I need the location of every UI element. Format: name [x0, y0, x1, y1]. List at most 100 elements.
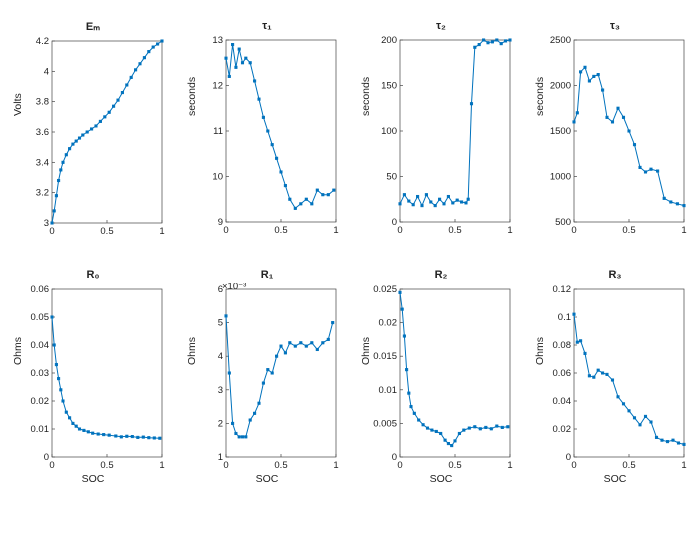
- svg-text:2: 2: [218, 418, 223, 429]
- svg-text:1000: 1000: [550, 172, 571, 183]
- plot-area: 33.23.43.63.844.200.51: [20, 35, 166, 237]
- svg-text:0.06: 0.06: [31, 284, 50, 295]
- plot-area: 0 0.02 0.04 0.06 0.08 0.1 0.12 0 0.5 1: [542, 283, 688, 471]
- svg-text:11: 11: [213, 126, 223, 137]
- svg-text:3.8: 3.8: [36, 97, 49, 108]
- svg-text:1: 1: [681, 460, 686, 471]
- svg-text:0: 0: [44, 452, 49, 463]
- svg-text:0.025: 0.025: [373, 284, 397, 295]
- svg-text:1: 1: [681, 225, 686, 236]
- svg-text:1: 1: [333, 460, 338, 471]
- svg-text:1: 1: [507, 460, 512, 471]
- chart-R3: R₃00.020.040.060.080.10.1200.51OhmsSOC: [542, 269, 688, 500]
- x-axis-label: SOC: [368, 473, 514, 485]
- plot-area: 0 0.005 0.01 0.015 0.02 0.025 0 0.5 1: [368, 283, 514, 471]
- svg-text:×10⁻³: ×10⁻³: [222, 283, 246, 292]
- svg-text:0.5: 0.5: [100, 460, 113, 471]
- y-axis-label: seconds: [186, 76, 198, 115]
- svg-text:50: 50: [386, 172, 397, 183]
- svg-text:0: 0: [397, 460, 402, 471]
- svg-text:0.015: 0.015: [373, 351, 397, 362]
- svg-text:1: 1: [507, 225, 512, 236]
- svg-text:200: 200: [381, 35, 397, 46]
- svg-text:0: 0: [223, 460, 228, 471]
- chart-title: τ₂: [368, 20, 514, 32]
- svg-text:0.02: 0.02: [31, 396, 50, 407]
- svg-text:3.4: 3.4: [36, 157, 49, 168]
- svg-text:2000: 2000: [550, 81, 571, 92]
- chart-tau3: τ₃500100015002000250000.51seconds: [542, 20, 688, 251]
- svg-text:0.5: 0.5: [448, 460, 461, 471]
- svg-text:0.5: 0.5: [274, 460, 287, 471]
- svg-text:0: 0: [566, 452, 571, 463]
- y-axis-label: seconds: [534, 76, 546, 115]
- svg-text:0.02: 0.02: [553, 424, 572, 435]
- svg-text:0.1: 0.1: [558, 312, 571, 323]
- y-axis-label: Ohms: [360, 336, 372, 364]
- svg-text:0.05: 0.05: [31, 312, 50, 323]
- svg-text:1: 1: [159, 226, 164, 237]
- svg-text:0: 0: [392, 452, 397, 463]
- svg-text:3: 3: [218, 385, 223, 396]
- svg-text:13: 13: [212, 35, 223, 46]
- svg-text:0.5: 0.5: [448, 225, 461, 236]
- chart-title: Eₘ: [20, 20, 166, 33]
- svg-text:0: 0: [392, 217, 397, 228]
- svg-text:0.5: 0.5: [100, 226, 113, 237]
- chart-R2: R₂00.0050.010.0150.020.02500.51OhmsSOC: [368, 269, 514, 500]
- svg-text:0.06: 0.06: [553, 368, 572, 379]
- svg-text:0: 0: [571, 460, 576, 471]
- svg-text:0.005: 0.005: [373, 418, 397, 429]
- svg-text:4: 4: [218, 351, 223, 362]
- svg-text:9: 9: [218, 217, 223, 228]
- svg-text:1: 1: [333, 225, 338, 236]
- y-axis-label: seconds: [360, 76, 372, 115]
- y-axis-label: Ohms: [534, 336, 546, 364]
- svg-text:0: 0: [397, 225, 402, 236]
- svg-text:0.08: 0.08: [553, 340, 572, 351]
- svg-text:0.02: 0.02: [379, 318, 398, 329]
- svg-text:12: 12: [212, 81, 223, 92]
- plot-area: 12345600.51×10⁻³: [194, 283, 340, 471]
- svg-text:0.12: 0.12: [553, 284, 572, 295]
- y-axis-label: Volts: [12, 93, 24, 116]
- chart-R0: R₀00.010.020.030.040.050.0600.51OhmsSOC: [20, 269, 166, 500]
- svg-text:0: 0: [49, 460, 54, 471]
- x-axis-label: SOC: [20, 473, 166, 485]
- svg-text:0.04: 0.04: [31, 340, 50, 351]
- svg-text:0: 0: [49, 226, 54, 237]
- x-axis-label: SOC: [542, 473, 688, 485]
- svg-text:3.6: 3.6: [36, 127, 49, 138]
- chart-title: R₃: [542, 269, 688, 281]
- svg-text:0: 0: [223, 225, 228, 236]
- svg-text:10: 10: [212, 172, 223, 183]
- svg-text:0.04: 0.04: [553, 396, 572, 407]
- chart-title: τ₁: [194, 20, 340, 32]
- chart-title: R₂: [368, 269, 514, 281]
- svg-text:500: 500: [555, 217, 571, 228]
- svg-text:0.5: 0.5: [622, 460, 635, 471]
- svg-text:1: 1: [159, 460, 164, 471]
- chart-R1: R₁12345600.51×10⁻³OhmsSOC: [194, 269, 340, 500]
- plot-area: 500100015002000250000.51: [542, 34, 688, 236]
- svg-text:0.5: 0.5: [622, 225, 635, 236]
- chart-Em: Eₘ33.23.43.63.844.200.51Volts: [20, 20, 166, 251]
- plot-area: 0 50 100 150 200 0 0.5 1: [368, 34, 514, 236]
- chart-tau2: τ₂05010015020000.51seconds: [368, 20, 514, 251]
- svg-text:0.01: 0.01: [379, 385, 398, 396]
- y-axis-label: Ohms: [186, 336, 198, 364]
- svg-text:4.2: 4.2: [36, 36, 49, 47]
- x-axis-label: SOC: [194, 473, 340, 485]
- chart-title: τ₃: [542, 20, 688, 32]
- chart-title: R₁: [194, 269, 340, 281]
- svg-text:100: 100: [381, 126, 397, 137]
- chart-tau1: τ₁91011121300.51seconds: [194, 20, 340, 251]
- svg-text:1500: 1500: [550, 126, 571, 137]
- svg-text:150: 150: [381, 81, 397, 92]
- chart-title: R₀: [20, 269, 166, 281]
- svg-text:5: 5: [218, 318, 223, 329]
- svg-text:0.03: 0.03: [31, 368, 50, 379]
- svg-text:0.01: 0.01: [31, 424, 50, 435]
- svg-text:2500: 2500: [550, 35, 571, 46]
- svg-text:3: 3: [44, 218, 49, 229]
